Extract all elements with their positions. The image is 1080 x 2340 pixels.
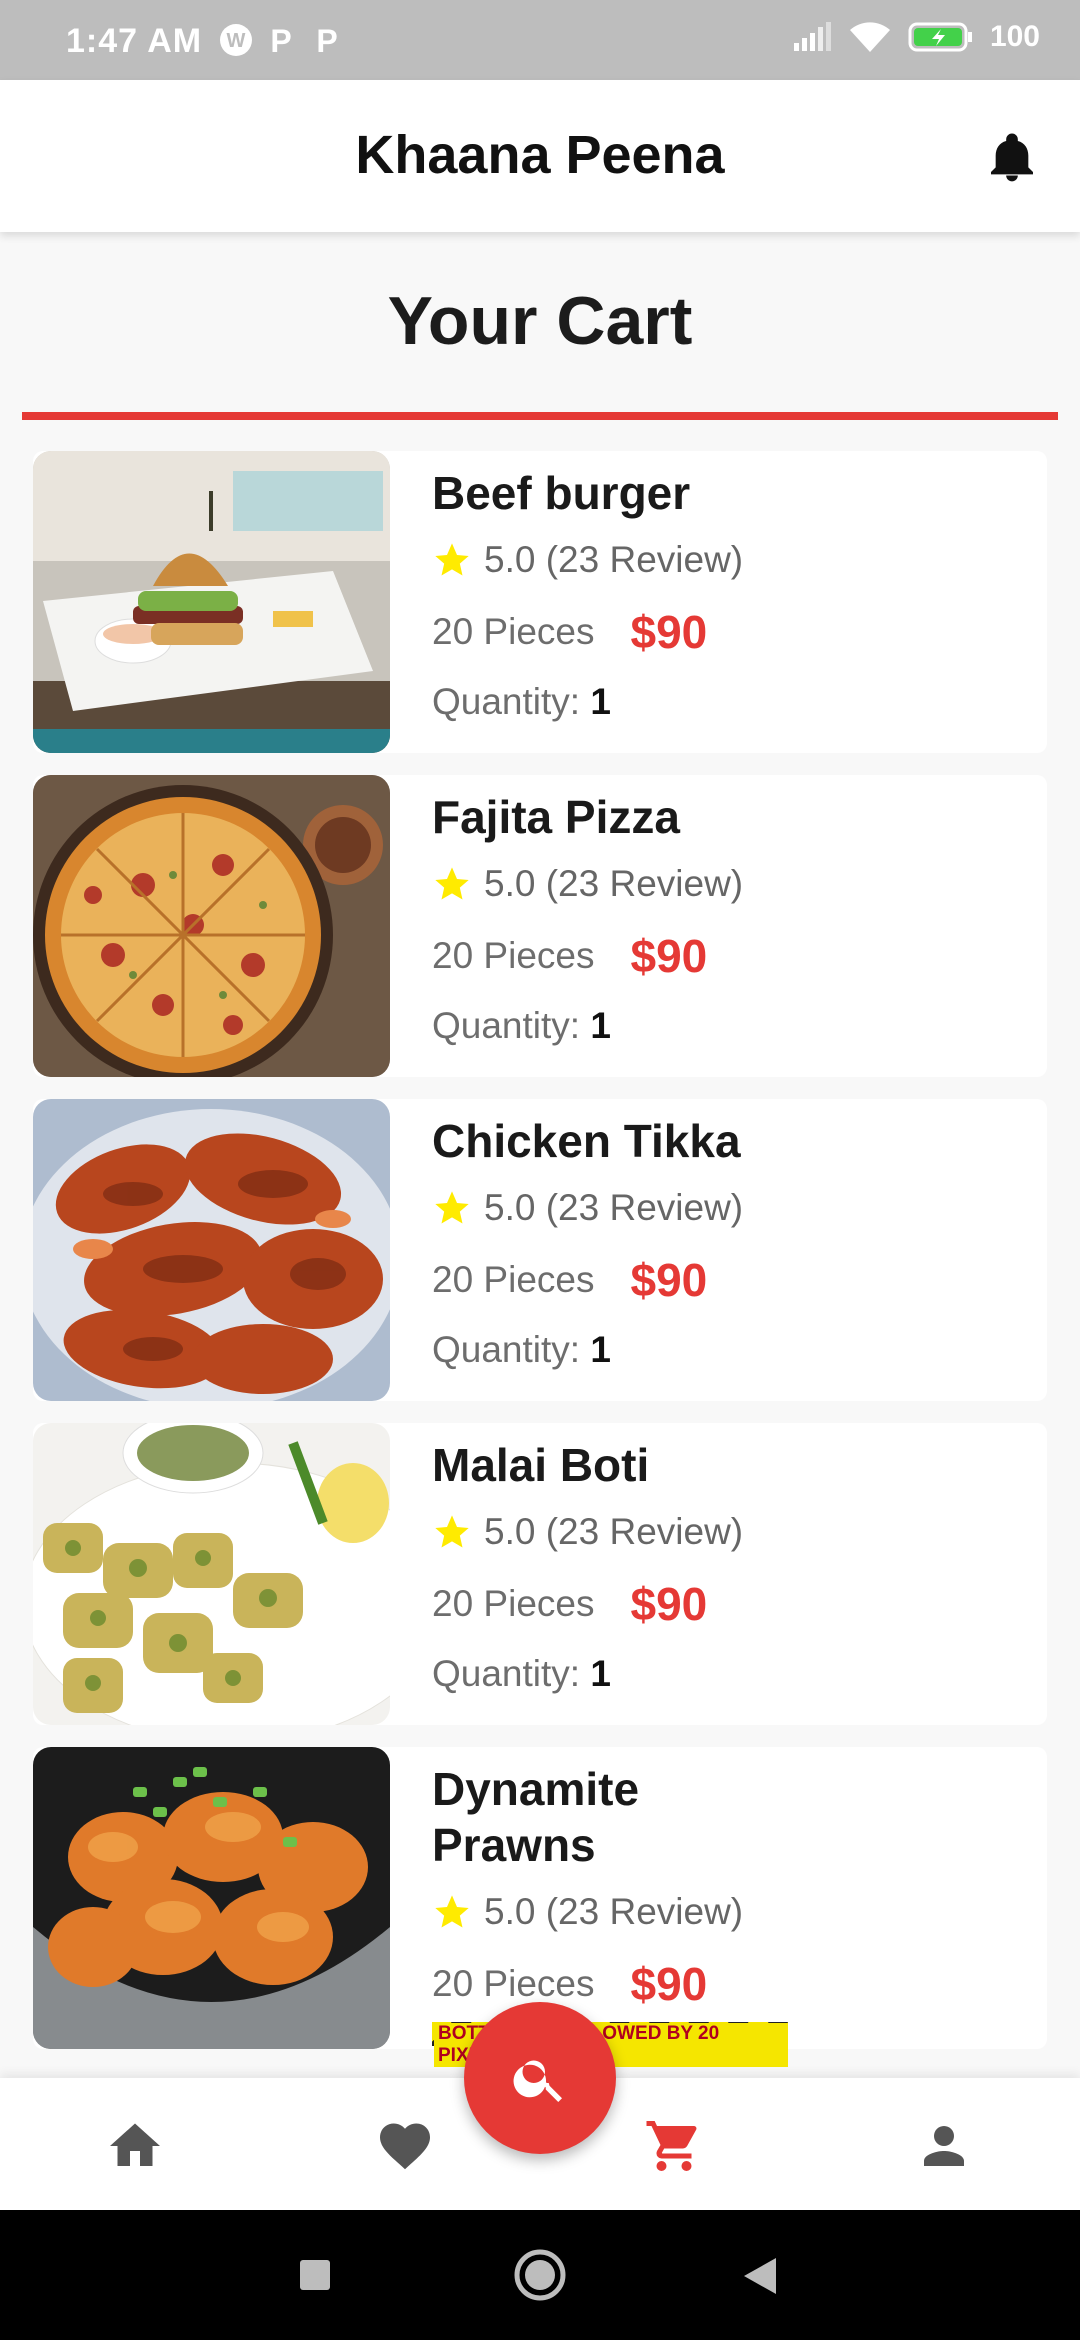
star-icon bbox=[435, 1895, 469, 1928]
quantity-value: 1 bbox=[590, 681, 611, 722]
item-quantity: Quantity: 1 bbox=[432, 681, 992, 723]
item-price: $90 bbox=[630, 1958, 708, 2010]
battery-percent: 100 bbox=[989, 20, 1040, 53]
item-quantity: Quantity: 1 bbox=[432, 1329, 992, 1371]
battery-icon bbox=[908, 22, 972, 52]
food-image-malai-boti bbox=[33, 1423, 390, 1725]
home-icon[interactable] bbox=[105, 2116, 165, 2176]
cart-item[interactable]: Fajita Pizza 5.0 (23 Review) 20 Pieces $… bbox=[33, 775, 1047, 1077]
item-quantity: Quantity: 1 bbox=[432, 1005, 992, 1047]
cart-item[interactable]: Malai Boti 5.0 (23 Review) 20 Pieces $90… bbox=[33, 1423, 1047, 1725]
p-icon: P bbox=[316, 23, 337, 58]
item-rating: 5.0 (23 Review) bbox=[432, 1187, 992, 1229]
item-price: $90 bbox=[630, 606, 708, 658]
bell-icon[interactable] bbox=[984, 128, 1040, 188]
item-rating: 5.0 (23 Review) bbox=[432, 539, 992, 581]
item-name: Malai Boti bbox=[432, 1439, 650, 1491]
star-icon bbox=[435, 1515, 469, 1548]
signal-icon bbox=[793, 22, 831, 51]
item-price: $90 bbox=[630, 930, 708, 982]
quantity-label: Quantity: bbox=[432, 1653, 581, 1694]
food-image-dynamite-prawns bbox=[33, 1747, 390, 2049]
search-button[interactable] bbox=[464, 2002, 616, 2154]
item-quantity: Quantity: 1 bbox=[432, 1653, 992, 1695]
rating-text: 5.0 (23 Review) bbox=[484, 863, 744, 904]
quantity-value: 1 bbox=[590, 1005, 611, 1046]
item-name: Fajita Pizza bbox=[432, 791, 680, 843]
rating-text: 5.0 (23 Review) bbox=[484, 539, 744, 580]
item-pieces: 20 Pieces bbox=[432, 935, 595, 976]
quantity-label: Quantity: bbox=[432, 1329, 581, 1370]
p-icon: P bbox=[270, 23, 291, 58]
wifi-icon bbox=[849, 22, 890, 52]
quantity-value: 1 bbox=[590, 1653, 611, 1694]
quantity-label: Quantity: bbox=[432, 1005, 581, 1046]
app-title: Khaana Peena bbox=[355, 125, 725, 185]
profile-icon[interactable] bbox=[914, 2116, 974, 2176]
cart-item[interactable]: Beef burger 5.0 (23 Review) 20 Pieces $9… bbox=[33, 451, 1047, 753]
item-pieces: 20 Pieces bbox=[432, 1583, 595, 1624]
star-icon bbox=[435, 867, 469, 900]
w-icon: W bbox=[220, 24, 252, 56]
favorite-icon[interactable] bbox=[375, 2116, 435, 2176]
title-divider bbox=[22, 412, 1058, 420]
svg-text:W: W bbox=[227, 30, 246, 52]
cart-list[interactable]: Beef burger 5.0 (23 Review) 20 Pieces $9… bbox=[33, 451, 1047, 2071]
recents-icon[interactable] bbox=[298, 2258, 332, 2292]
item-rating: 5.0 (23 Review) bbox=[432, 1891, 992, 1933]
status-time: 1:47 AM bbox=[66, 22, 203, 60]
home-circle-icon[interactable] bbox=[513, 2248, 567, 2302]
rating-text: 5.0 (23 Review) bbox=[484, 1511, 744, 1552]
item-pieces: 20 Pieces bbox=[432, 1963, 595, 2004]
svg-text:P: P bbox=[316, 23, 337, 58]
search-icon bbox=[513, 2060, 562, 2102]
star-icon bbox=[435, 1191, 469, 1224]
item-name: Beef burger bbox=[432, 467, 691, 519]
food-image-beef-burger bbox=[33, 451, 390, 753]
cart-icon[interactable] bbox=[644, 2116, 704, 2176]
svg-text:P: P bbox=[270, 23, 291, 58]
item-name: Chicken Tikka bbox=[432, 1115, 741, 1167]
star-icon bbox=[435, 543, 469, 576]
back-icon[interactable] bbox=[742, 2256, 778, 2296]
system-navigation-bar bbox=[0, 2210, 1080, 2340]
rating-text: 5.0 (23 Review) bbox=[484, 1891, 744, 1932]
status-bar: 1:47 AM W P P 100 bbox=[0, 0, 1080, 80]
cart-item[interactable]: Chicken Tikka 5.0 (23 Review) 20 Pieces … bbox=[33, 1099, 1047, 1401]
item-pieces: 20 Pieces bbox=[432, 611, 595, 652]
item-pieces: 20 Pieces bbox=[432, 1259, 595, 1300]
app-bar: Khaana Peena bbox=[0, 80, 1080, 232]
item-rating: 5.0 (23 Review) bbox=[432, 1511, 992, 1553]
item-price: $90 bbox=[630, 1254, 708, 1306]
quantity-label: Quantity: bbox=[432, 681, 581, 722]
item-price: $90 bbox=[630, 1578, 708, 1630]
food-image-chicken-tikka bbox=[33, 1099, 390, 1401]
quantity-value: 1 bbox=[590, 1329, 611, 1370]
item-rating: 5.0 (23 Review) bbox=[432, 863, 992, 905]
rating-text: 5.0 (23 Review) bbox=[484, 1187, 744, 1228]
page-title: Your Cart bbox=[387, 283, 693, 359]
food-image-fajita-pizza bbox=[33, 775, 390, 1077]
item-name: Dynamite Prawns bbox=[432, 1763, 640, 1871]
